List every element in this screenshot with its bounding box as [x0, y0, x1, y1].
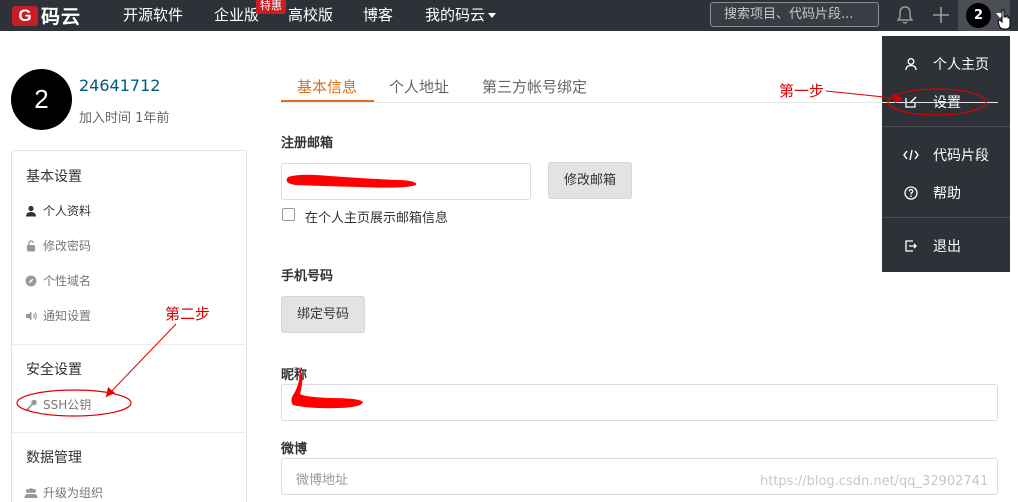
- hand-cursor-icon: [997, 9, 1011, 30]
- sidebar-item-label: 修改密码: [43, 239, 92, 253]
- weibo-label: 微博: [281, 442, 308, 457]
- settings-tabs: 基本信息 个人地址 第三方帐号绑定: [281, 72, 998, 103]
- logo-mark-icon: G: [12, 5, 38, 26]
- email-label: 注册邮箱: [281, 136, 334, 151]
- sidebar-heading-basic: 基本设置: [26, 169, 82, 185]
- nav-my-gitee[interactable]: 我的码云: [425, 0, 497, 31]
- volume-icon: [24, 309, 38, 323]
- sidebar-item-notifications[interactable]: 通知设置: [24, 307, 91, 324]
- sidebar-heading-security: 安全设置: [26, 362, 82, 378]
- user-icon: [24, 204, 38, 218]
- code-icon: [901, 148, 921, 162]
- nav-education[interactable]: 高校版: [288, 0, 333, 31]
- group-icon: [24, 486, 38, 500]
- sidebar-item-label: 个性域名: [43, 274, 92, 288]
- avatar: 2: [966, 3, 991, 28]
- top-navigation-bar: G 码云 开源软件 企业版 特惠 高校版 博客 我的码云 搜索项目、代码片段..…: [0, 0, 1018, 31]
- menu-divider: [882, 126, 1010, 127]
- site-logo[interactable]: G 码云: [12, 2, 81, 29]
- weibo-placeholder: 微博地址: [296, 473, 349, 488]
- user-icon: [901, 57, 921, 71]
- chevron-down-icon: [488, 13, 497, 18]
- sidebar-divider: [12, 432, 246, 433]
- logout-icon: [901, 239, 921, 253]
- menu-divider: [882, 217, 1010, 218]
- menu-item-label: 代码片段: [933, 148, 989, 164]
- nickname-field[interactable]: [281, 384, 998, 421]
- sidebar-item-domain[interactable]: 个性域名: [24, 272, 91, 289]
- promo-badge: 特惠: [256, 0, 286, 14]
- menu-item-help[interactable]: 帮助: [882, 178, 1010, 208]
- menu-item-label: 帮助: [933, 186, 961, 202]
- bell-icon[interactable]: [894, 4, 916, 26]
- step2-annotation: 第二步: [165, 305, 211, 323]
- settings-sidebar: 基本设置 个人资料 修改密码 个性域名 通知设置 安全设置 SSH公钥 数据管理…: [11, 150, 247, 502]
- bind-phone-button[interactable]: 绑定号码: [281, 296, 365, 333]
- compass-icon: [24, 274, 38, 288]
- logo-text: 码云: [41, 6, 82, 28]
- sidebar-item-profile[interactable]: 个人资料: [24, 202, 91, 219]
- menu-item-logout[interactable]: 退出: [882, 231, 1010, 261]
- step1-annotation: 第一步: [779, 82, 825, 100]
- search-input[interactable]: 搜索项目、代码片段...: [710, 2, 879, 27]
- sidebar-item-label: 通知设置: [43, 309, 92, 323]
- nickname-label: 昵称: [281, 368, 308, 383]
- nav-blog[interactable]: 博客: [363, 0, 393, 31]
- change-email-button[interactable]: 修改邮箱: [548, 162, 632, 199]
- plus-icon[interactable]: [930, 4, 952, 26]
- email-field[interactable]: [281, 163, 531, 200]
- sidebar-item-password[interactable]: 修改密码: [24, 237, 91, 254]
- tab-basic-info[interactable]: 基本信息: [297, 76, 357, 97]
- sidebar-item-label: 升级为组织: [43, 486, 104, 500]
- profile-joined-time: 加入时间 1年前: [79, 111, 170, 126]
- sidebar-item-upgrade-org[interactable]: 升级为组织: [24, 484, 103, 501]
- sidebar-item-label: 个人资料: [43, 204, 92, 218]
- nav-open-source[interactable]: 开源软件: [123, 0, 183, 31]
- show-email-label: 在个人主页展示邮箱信息: [305, 211, 449, 226]
- profile-username[interactable]: 24641712: [79, 76, 160, 95]
- phone-label: 手机号码: [281, 269, 334, 284]
- sidebar-heading-data: 数据管理: [26, 450, 82, 466]
- menu-item-label: 个人主页: [933, 57, 989, 73]
- active-tab-indicator: [281, 100, 374, 102]
- sidebar-item-label: SSH公钥: [43, 398, 92, 412]
- tab-third-party[interactable]: 第三方帐号绑定: [482, 76, 587, 97]
- avatar[interactable]: 2: [11, 69, 72, 130]
- menu-item-label: 退出: [933, 239, 961, 255]
- lock-icon: [24, 239, 38, 253]
- help-icon: [901, 186, 921, 200]
- nav-enterprise[interactable]: 企业版: [214, 0, 259, 31]
- show-email-checkbox[interactable]: [282, 208, 295, 221]
- tab-address[interactable]: 个人地址: [389, 76, 449, 97]
- sidebar-item-ssh-keys[interactable]: SSH公钥: [24, 396, 91, 413]
- sidebar-divider: [12, 344, 246, 345]
- nav-my-gitee-label: 我的码云: [425, 6, 486, 24]
- watermark: https://blog.csdn.net/qq_32902741: [760, 474, 989, 489]
- key-icon: [24, 398, 38, 412]
- menu-item-snippets[interactable]: 代码片段: [882, 140, 1010, 170]
